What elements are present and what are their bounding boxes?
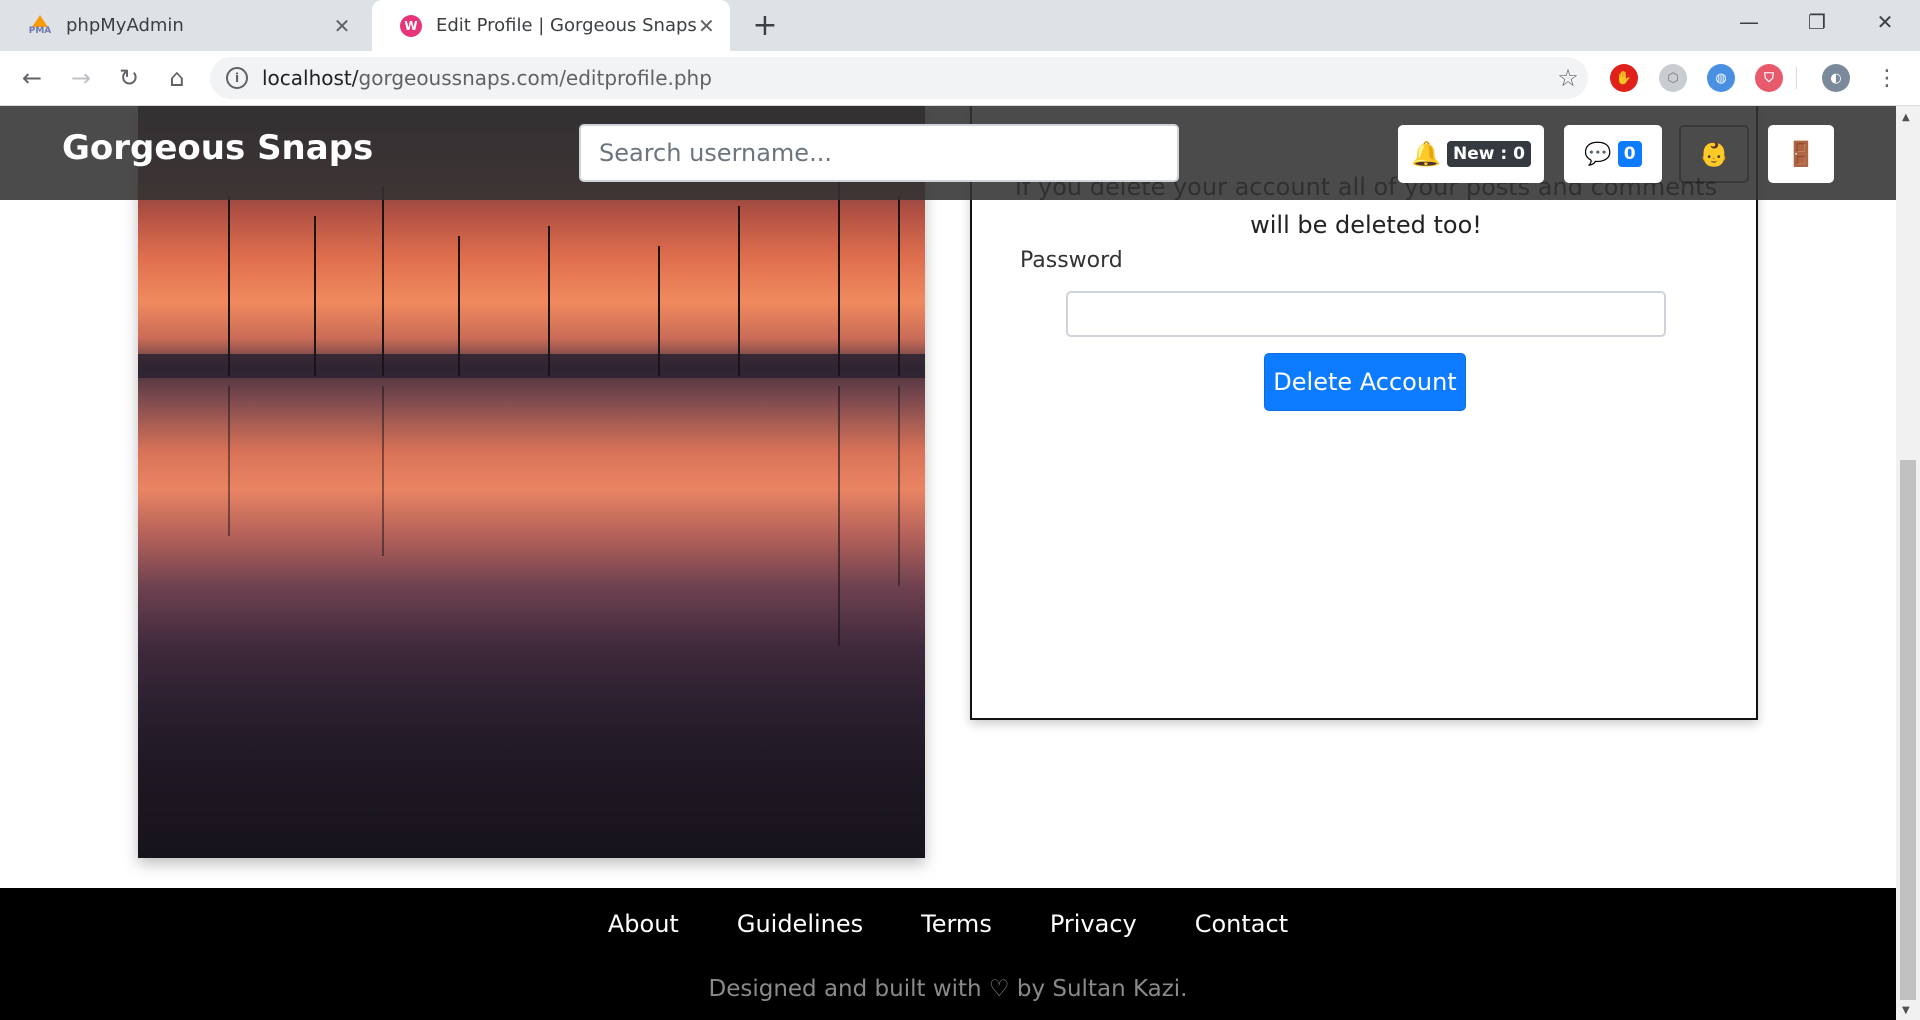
bell-icon: 🔔 — [1411, 140, 1441, 168]
marina-boats — [138, 354, 925, 378]
footer-link-terms[interactable]: Terms — [921, 910, 992, 938]
door-icon: 🚪 — [1786, 140, 1816, 168]
baby-face-icon: 👶 — [1699, 140, 1729, 168]
notifications-button[interactable]: 🔔 New : 0 — [1398, 125, 1544, 183]
tab-edit-profile[interactable]: W Edit Profile | Gorgeous Snaps ✕ — [372, 0, 730, 51]
profile-button[interactable]: 👶 — [1679, 125, 1749, 183]
minimize-icon[interactable]: — — [1714, 0, 1784, 44]
close-window-icon[interactable]: ✕ — [1850, 0, 1920, 44]
scroll-up-arrow-icon[interactable]: ▲ — [1902, 112, 1910, 123]
adblock-extension-icon[interactable]: ✋ — [1610, 64, 1638, 92]
tab-phpmyadmin[interactable]: PMA phpMyAdmin ✕ — [0, 0, 370, 51]
site-navbar: Gorgeous Snaps Search username... 🔔 New … — [0, 106, 1896, 200]
site-brand[interactable]: Gorgeous Snaps — [62, 128, 373, 168]
url-text[interactable]: localhost/gorgeoussnaps.com/editprofile.… — [262, 66, 1548, 90]
footer-links: About Guidelines Terms Privacy Contact — [0, 910, 1896, 938]
site-footer: About Guidelines Terms Privacy Contact D… — [0, 888, 1896, 1020]
bookmark-star-icon[interactable]: ☆ — [1548, 64, 1588, 92]
profile-cover-image — [138, 106, 925, 858]
messages-badge: 0 — [1617, 141, 1642, 167]
menu-dots-icon[interactable]: ⋮ — [1868, 59, 1906, 97]
globe-extension-icon[interactable]: ◍ — [1707, 64, 1735, 92]
shield-extension-icon[interactable]: ⛉ — [1755, 64, 1783, 92]
footer-credit: Designed and built with ♡ by Sultan Kazi… — [708, 976, 1188, 1002]
scrollbar-thumb[interactable] — [1900, 460, 1916, 1000]
scroll-down-arrow-icon[interactable]: ▼ — [1902, 1005, 1910, 1016]
browser-tabstrip: PMA phpMyAdmin ✕ W Edit Profile | Gorgeo… — [0, 0, 1920, 51]
footer-link-guidelines[interactable]: Guidelines — [737, 910, 863, 938]
phpmyadmin-icon: PMA — [28, 14, 52, 38]
restore-icon[interactable]: ❐ — [1782, 0, 1852, 44]
page-scrollbar[interactable]: ▲ ▼ — [1896, 106, 1920, 1020]
toolbar-divider — [1796, 67, 1797, 89]
logout-button[interactable]: 🚪 — [1768, 125, 1834, 183]
new-tab-button[interactable]: + — [748, 8, 782, 43]
back-arrow-icon[interactable]: ← — [13, 59, 51, 97]
address-bar[interactable]: i localhost/gorgeoussnaps.com/editprofil… — [210, 57, 1588, 99]
password-input[interactable] — [1066, 291, 1666, 337]
page-viewport: If you delete your account all of your p… — [0, 106, 1920, 1020]
footer-link-about[interactable]: About — [608, 910, 679, 938]
url-path: gorgeoussnaps.com/editprofile.php — [358, 66, 712, 90]
close-icon[interactable]: ✕ — [328, 12, 356, 40]
profile-avatar-icon[interactable]: ◐ — [1822, 64, 1850, 92]
forward-arrow-icon[interactable]: → — [62, 59, 100, 97]
cube-extension-icon[interactable]: ⬡ — [1659, 64, 1687, 92]
info-icon[interactable]: i — [226, 67, 248, 89]
chat-icon: 💬 — [1584, 141, 1612, 167]
close-icon[interactable]: ✕ — [697, 12, 716, 40]
footer-link-contact[interactable]: Contact — [1195, 910, 1288, 938]
footer-link-privacy[interactable]: Privacy — [1050, 910, 1137, 938]
tab-title: Edit Profile | Gorgeous Snaps — [436, 15, 697, 36]
home-icon[interactable]: ⌂ — [158, 59, 196, 97]
wampserver-icon: W — [400, 14, 422, 38]
delete-account-button[interactable]: Delete Account — [1264, 353, 1466, 411]
messages-button[interactable]: 💬 0 — [1564, 125, 1662, 183]
notifications-badge: New : 0 — [1446, 141, 1531, 167]
reload-icon[interactable]: ↻ — [110, 59, 148, 97]
password-label: Password — [1020, 248, 1123, 273]
tab-title: phpMyAdmin — [66, 15, 184, 36]
browser-toolbar: ← → ↻ ⌂ i localhost/gorgeoussnaps.com/ed… — [0, 51, 1920, 106]
url-host: localhost/ — [262, 66, 359, 90]
search-input[interactable]: Search username... — [579, 124, 1179, 182]
